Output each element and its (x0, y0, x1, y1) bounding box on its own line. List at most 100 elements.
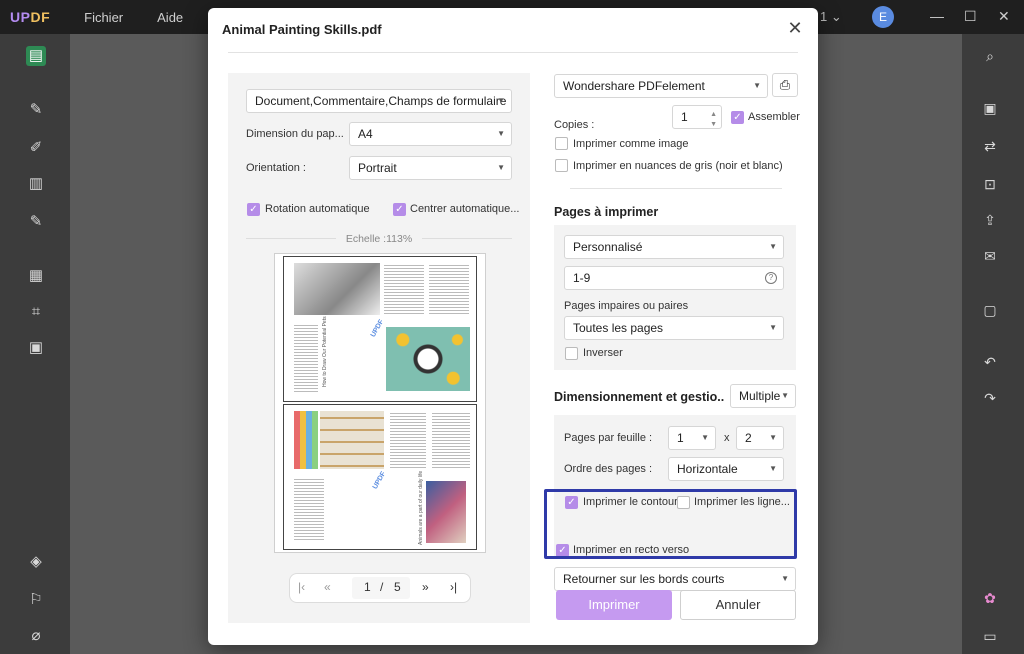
grayscale-label: Imprimer en nuances de gris (noir et bla… (573, 160, 783, 172)
pages-per-sheet-cols[interactable]: 1 ▼ (668, 426, 716, 450)
left-toolbar: ▤ ✎ ✐ ▥ ✎ ▦ ⌗ ▣ ◈ ⚐ ⌀ (0, 34, 70, 654)
next-page-icon[interactable]: » (422, 580, 429, 594)
page-navigator: |‹ « 1 / 5 » ›| (289, 573, 471, 603)
grayscale-checkbox[interactable] (555, 159, 568, 172)
palette-image (294, 411, 318, 469)
protect-icon[interactable]: ⊡ (980, 174, 1000, 194)
app-logo: UPDF (10, 9, 51, 25)
save-icon[interactable]: ▢ (980, 300, 1000, 320)
pages-mode-select[interactable]: Personnalisé ▼ (564, 235, 784, 259)
layers-icon[interactable]: ◈ (26, 552, 46, 572)
undo-icon[interactable]: ↶ (980, 352, 1000, 372)
bookmark-icon[interactable]: ⚐ (26, 590, 46, 610)
orientation-select[interactable]: Portrait ▼ (349, 156, 512, 180)
collate-checkbox[interactable]: ✓ (731, 111, 744, 124)
flowers-image (386, 327, 470, 391)
ai-icon[interactable]: ✿ (980, 588, 1000, 608)
first-page-icon[interactable]: |‹ (298, 580, 305, 594)
edit-icon[interactable]: ✐ (26, 138, 46, 158)
auto-center-label: Centrer automatique... (410, 203, 520, 215)
pages-range-input[interactable]: 1-9 ? (564, 266, 784, 290)
share-icon[interactable]: ⇪ (980, 210, 1000, 230)
dialog-title: Animal Painting Skills.pdf (222, 22, 382, 37)
last-page-icon[interactable]: ›| (450, 580, 457, 594)
brushes-image (320, 411, 384, 469)
reverse-checkbox[interactable] (565, 347, 578, 360)
updf-watermark: UPDF (369, 318, 386, 339)
total-pages: 5 (394, 580, 401, 594)
current-page[interactable]: 1 (364, 580, 371, 594)
sizing-mode-select[interactable]: Multiple ▼ (730, 384, 796, 408)
divider (570, 188, 782, 189)
orientation-label: Orientation : (246, 162, 306, 174)
collate-label: Assembler (748, 111, 800, 123)
mail-icon[interactable]: ✉ (980, 246, 1000, 266)
divider (422, 238, 512, 239)
chat-icon[interactable]: ▭ (980, 626, 1000, 646)
paper-size-select[interactable]: A4 ▼ (349, 122, 512, 146)
page-view-icon[interactable]: ▥ (26, 174, 46, 194)
painting-image (426, 481, 466, 543)
comment-icon[interactable]: ✎ (26, 100, 46, 120)
page-separator: / (380, 580, 384, 594)
print-as-image-checkbox[interactable] (555, 137, 568, 150)
content-select[interactable]: Document,Commentaire,Champs de formulair… (246, 89, 512, 113)
menu-fichier[interactable]: Fichier (84, 10, 123, 25)
preview-panel: Document,Commentaire,Champs de formulair… (228, 73, 530, 623)
printer-select[interactable]: Wondershare PDFelement ▼ (554, 74, 768, 98)
odd-even-select[interactable]: Toutes les pages ▼ (564, 316, 784, 340)
updf-watermark: UPDF (371, 470, 388, 491)
attachment-icon[interactable]: ⌀ (26, 626, 46, 646)
avatar[interactable]: E (872, 6, 894, 28)
reader-icon[interactable]: ▤ (26, 46, 46, 66)
minimize-icon[interactable]: — (930, 8, 944, 24)
maximize-icon[interactable]: ☐ (964, 8, 977, 25)
text-block (294, 323, 318, 393)
menu-aide[interactable]: Aide (157, 10, 183, 25)
right-toolbar: ⌕ ▣ ⇄ ⊡ ⇪ ✉ ▢ ↶ ↷ ✿ ▭ (962, 34, 1024, 654)
tab-counter[interactable]: 1 ⌄ (820, 9, 842, 25)
stepper-down-icon[interactable]: ▼ (710, 114, 717, 136)
copies-label: Copies : (554, 119, 595, 131)
crop-icon[interactable]: ⌗ (26, 302, 46, 322)
page-order-select[interactable]: Horizontale ▼ (668, 457, 784, 481)
pages-subpanel: Personnalisé ▼ 1-9 ? Pages impaires ou pa… (554, 225, 796, 370)
auto-rotate-checkbox[interactable]: ✓ (247, 203, 260, 216)
text-block (384, 263, 424, 315)
prev-page-icon[interactable]: « (324, 580, 331, 594)
ocr-left-icon[interactable]: ▣ (26, 338, 46, 358)
pages-per-sheet-rows[interactable]: 2 ▼ (736, 426, 784, 450)
print-as-image-label: Imprimer comme image (573, 138, 689, 150)
copies-stepper[interactable]: 1 ▲ ▼ (672, 105, 722, 129)
close-icon[interactable]: ✕ (784, 17, 806, 39)
auto-rotate-label: Rotation automatique (265, 203, 370, 215)
divider (246, 238, 336, 239)
scale-label: Echelle :113% (345, 233, 413, 245)
close-window-icon[interactable]: ✕ (998, 8, 1010, 25)
text-block (390, 411, 426, 469)
text-block (429, 263, 469, 315)
divider (228, 52, 798, 53)
ocr-icon[interactable]: ▣ (980, 98, 1000, 118)
search-icon[interactable]: ⌕ (980, 46, 1000, 66)
preview-page-1: How to Draw Our Potential Pets UPDF (283, 256, 477, 402)
odd-even-label: Pages impaires ou paires (564, 300, 689, 312)
pages-section-title: Pages à imprimer (554, 205, 659, 219)
cancel-button[interactable]: Annuler (680, 590, 796, 620)
highlight-box (544, 489, 797, 559)
text-block (294, 477, 324, 541)
print-button[interactable]: Imprimer (556, 590, 672, 620)
duplex-flip-select[interactable]: Retourner sur les bords courts ▼ (554, 567, 796, 591)
text-block (432, 411, 470, 469)
convert-icon[interactable]: ⇄ (980, 136, 1000, 156)
help-icon[interactable]: ? (765, 272, 777, 284)
auto-center-checkbox[interactable]: ✓ (393, 203, 406, 216)
sizing-section-title: Dimensionnement et gestio.. (554, 390, 725, 404)
times-label: x (724, 432, 730, 444)
preview-title: How to Draw Our Potential Pets (322, 316, 328, 387)
form-icon[interactable]: ✎ (26, 212, 46, 232)
organize-icon[interactable]: ▦ (26, 266, 46, 286)
printer-properties-icon[interactable]: ⎙ (772, 73, 798, 97)
redo-icon[interactable]: ↷ (980, 388, 1000, 408)
goat-image (294, 263, 380, 315)
